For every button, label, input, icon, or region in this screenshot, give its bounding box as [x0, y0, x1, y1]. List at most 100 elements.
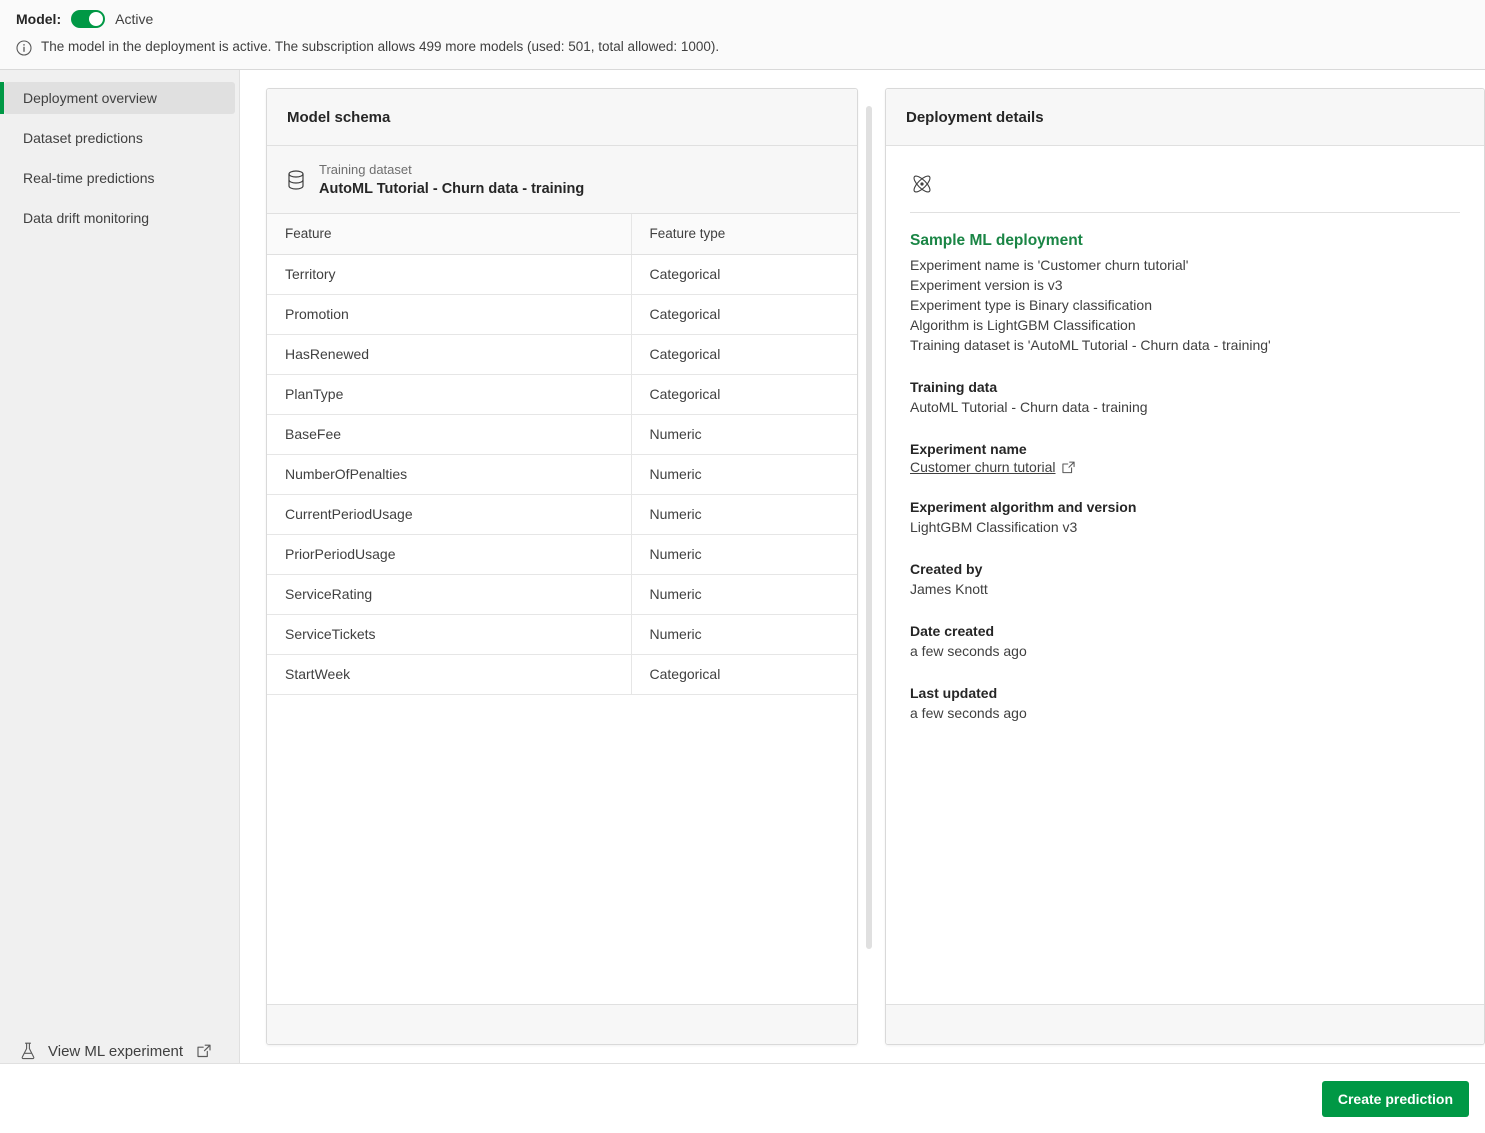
cell-feature-name: PlanType	[267, 374, 632, 415]
detail-field-label: Date created	[910, 623, 995, 639]
subscription-info: The model in the deployment is active. T…	[16, 30, 1469, 56]
cell-feature-name: Promotion	[267, 294, 632, 335]
cell-feature-type: Categorical	[631, 294, 857, 335]
description-line: Algorithm is LightGBM Classification	[910, 317, 1136, 333]
sidebar-item-dataset-predictions[interactable]: Dataset predictions	[4, 122, 235, 154]
description-line: Experiment type is Binary classification	[910, 297, 1152, 313]
external-link-icon	[197, 1044, 211, 1058]
cell-feature-type: Numeric	[631, 494, 857, 535]
model-toggle-row: Model: Active	[16, 0, 1469, 30]
cell-feature-type: Numeric	[631, 614, 857, 655]
table-row[interactable]: Promotion Categorical	[267, 294, 857, 335]
sidebar-item-label: Data drift monitoring	[23, 210, 150, 226]
table-row[interactable]: PriorPeriodUsage Numeric	[267, 534, 857, 575]
detail-field-value: a few seconds ago	[910, 705, 1027, 721]
create-prediction-button[interactable]: Create prediction	[1321, 1080, 1469, 1117]
table-row[interactable]: PlanType Categorical	[267, 374, 857, 415]
external-link-icon	[1061, 461, 1075, 473]
table-row[interactable]: StartWeek Categorical	[267, 654, 857, 695]
cell-feature-type: Numeric	[631, 414, 857, 455]
cell-feature-type: Categorical	[631, 254, 857, 295]
table-empty-space	[267, 694, 857, 1004]
atom-icon	[913, 175, 931, 193]
cell-feature-type: Categorical	[631, 654, 857, 695]
detail-field-value: a few seconds ago	[910, 643, 1027, 659]
deployment-details-panel: Deployment details Sample ML deployment …	[885, 88, 1485, 1045]
model-state-label: Active	[115, 10, 154, 27]
model-schema-footer	[267, 1004, 857, 1044]
training-dataset-block: Training dataset AutoML Tutorial - Churn…	[267, 146, 857, 214]
detail-field: Date created a few seconds ago	[910, 621, 1460, 661]
column-header-feature[interactable]: Feature	[267, 214, 632, 255]
sidebar-item-label: Real-time predictions	[23, 170, 155, 186]
view-ml-experiment-label: View ML experiment	[48, 1042, 184, 1060]
model-schema-panel: Model schema Training dataset AutoML Tut…	[266, 88, 858, 1045]
cell-feature-name: CurrentPeriodUsage	[267, 494, 632, 535]
toggle-knob	[89, 11, 104, 26]
table-row[interactable]: ServiceRating Numeric	[267, 574, 857, 615]
detail-field-label: Experiment algorithm and version	[910, 499, 1137, 515]
table-row[interactable]: HasRenewed Categorical	[267, 334, 857, 375]
cell-feature-name: ServiceRating	[267, 574, 632, 615]
cell-feature-type: Numeric	[631, 454, 857, 495]
deployment-details-footer	[886, 1004, 1484, 1044]
vertical-scrollbar[interactable]	[866, 106, 872, 949]
detail-field-value: LightGBM Classification v3	[910, 519, 1078, 535]
details-divider	[910, 212, 1460, 213]
detail-field-value: AutoML Tutorial - Churn data - training	[910, 399, 1148, 415]
cell-feature-name: Territory	[267, 254, 632, 295]
training-dataset-text: Training dataset AutoML Tutorial - Churn…	[319, 162, 584, 198]
detail-field: Last updated a few seconds ago	[910, 683, 1460, 723]
schema-table-body: Territory Categorical Promotion Categorical…	[267, 254, 857, 695]
table-row[interactable]: CurrentPeriodUsage Numeric	[267, 494, 857, 535]
detail-field: Training data AutoML Tutorial - Churn dat…	[910, 377, 1460, 417]
cell-feature-name: StartWeek	[267, 654, 632, 695]
model-status-bar: Model: Active The model in the deploymen…	[0, 0, 1485, 70]
model-active-toggle[interactable]	[71, 9, 106, 28]
cell-feature-type: Numeric	[631, 534, 857, 575]
deployment-description: Experiment name is 'Customer churn tutor…	[910, 255, 1460, 355]
cell-feature-type: Categorical	[631, 374, 857, 415]
description-line: Training dataset is 'AutoML Tutorial - C…	[910, 337, 1271, 353]
table-row[interactable]: BaseFee Numeric	[267, 414, 857, 455]
table-row[interactable]: NumberOfPenalties Numeric	[267, 454, 857, 495]
description-line: Experiment name is 'Customer churn tutor…	[910, 257, 1189, 273]
detail-field-label: Last updated	[910, 685, 998, 701]
model-schema-header: Model schema	[267, 89, 857, 146]
model-schema-title: Model schema	[287, 108, 391, 126]
database-icon	[288, 170, 304, 190]
cell-feature-name: PriorPeriodUsage	[267, 534, 632, 575]
cell-feature-name: NumberOfPenalties	[267, 454, 632, 495]
model-schema-table: Feature Feature type Territory Categorica…	[267, 214, 857, 695]
panel-gutter	[858, 88, 885, 1133]
deployment-details-body: Sample ML deployment Experiment name is …	[886, 146, 1484, 1004]
flask-icon	[21, 1042, 35, 1060]
sidebar-item-data-drift-monitoring[interactable]: Data drift monitoring	[4, 202, 235, 234]
subscription-info-text: The model in the deployment is active. T…	[41, 39, 720, 54]
detail-field-link-wrapper[interactable]: Customer churn tutorial	[910, 459, 1460, 475]
cell-feature-name: BaseFee	[267, 414, 632, 455]
table-row[interactable]: Territory Categorical	[267, 254, 857, 295]
training-dataset-caption: Training dataset	[319, 162, 412, 177]
content-area: Model schema Training dataset AutoML Tut…	[240, 70, 1485, 1133]
info-icon	[16, 40, 32, 56]
sidebar-item-label: Deployment overview	[23, 90, 157, 106]
training-dataset-name: AutoML Tutorial - Churn data - training	[319, 181, 585, 197]
cell-feature-type: Categorical	[631, 334, 857, 375]
description-line: Experiment version is v3	[910, 277, 1063, 293]
sidebar-item-label: Dataset predictions	[23, 130, 143, 146]
sidebar-item-real-time-predictions[interactable]: Real-time predictions	[4, 162, 235, 194]
deployment-field-list: Training data AutoML Tutorial - Churn dat…	[910, 377, 1460, 723]
column-header-feature-type[interactable]: Feature type	[631, 214, 857, 255]
sidebar-item-deployment-overview[interactable]: Deployment overview	[0, 82, 235, 114]
cell-feature-name: ServiceTickets	[267, 614, 632, 655]
model-label: Model:	[16, 10, 62, 27]
detail-field-link[interactable]: Customer churn tutorial	[910, 459, 1056, 475]
sidebar: Deployment overview Dataset predictions …	[0, 70, 240, 1133]
view-ml-experiment-link[interactable]: View ML experiment	[0, 1041, 239, 1061]
table-row[interactable]: ServiceTickets Numeric	[267, 614, 857, 655]
cell-feature-type: Numeric	[631, 574, 857, 615]
deployment-details-title: Deployment details	[906, 108, 1044, 126]
detail-field-value: James Knott	[910, 581, 988, 597]
deployment-name: Sample ML deployment	[910, 232, 1083, 249]
